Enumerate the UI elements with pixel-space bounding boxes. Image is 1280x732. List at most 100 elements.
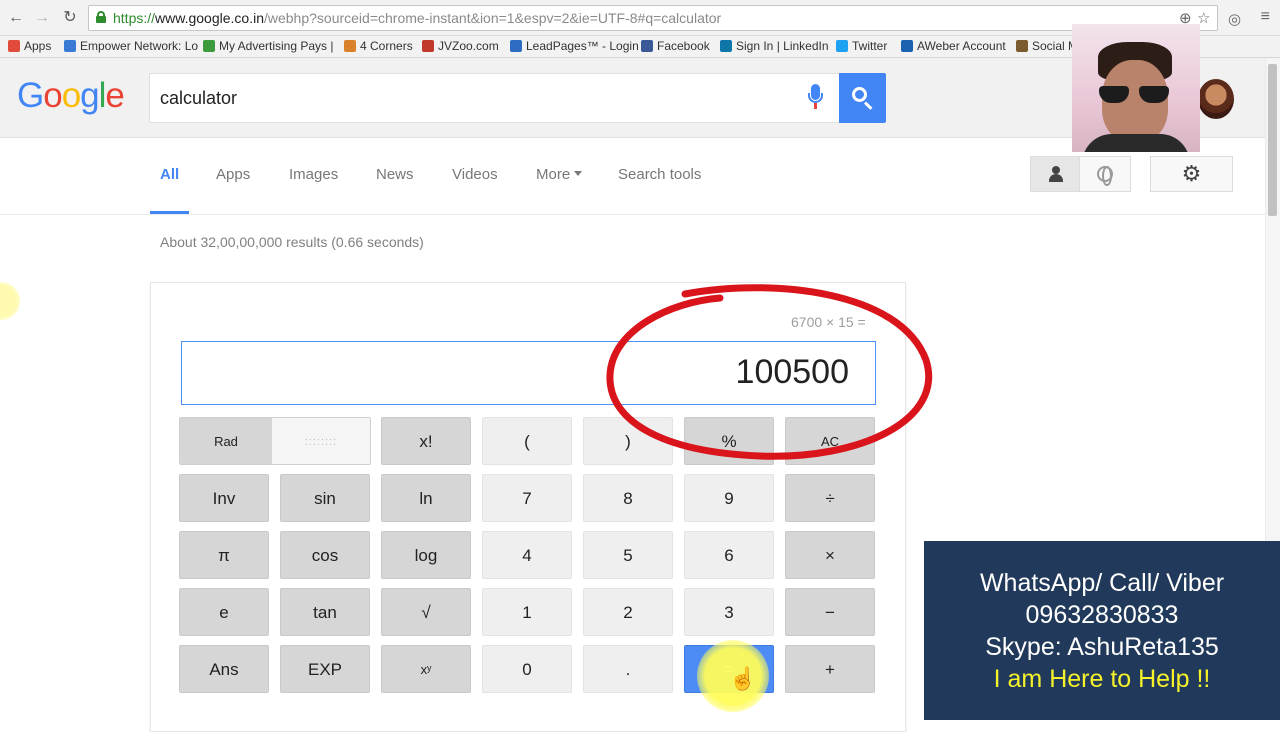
bookmark-label: AWeber Account xyxy=(917,39,1006,53)
logo-letter: g xyxy=(80,76,99,115)
calc-key-digit-4[interactable]: 4 xyxy=(482,531,572,579)
calculator-history: 6700 × 15 = xyxy=(791,314,866,330)
calc-key-add[interactable]: + xyxy=(785,645,875,693)
calc-key-cos[interactable]: cos xyxy=(280,531,370,579)
calc-key-digit-9[interactable]: 9 xyxy=(684,474,774,522)
back-arrow-icon[interactable]: ← xyxy=(6,8,26,28)
result-stats: About 32,00,00,000 results (0.66 seconds… xyxy=(160,234,424,250)
tab-images[interactable]: Images xyxy=(289,166,338,183)
deg-button[interactable]: :::::::: xyxy=(272,418,370,464)
calc-key-sqrt[interactable]: √ xyxy=(381,588,471,636)
bookmark-favicon-icon xyxy=(641,40,653,52)
lock-icon xyxy=(96,11,106,23)
calc-key-digit-1[interactable]: 1 xyxy=(482,588,572,636)
tab-all[interactable]: All xyxy=(160,166,179,183)
address-bar[interactable]: https://www.google.co.in/webhp?sourceid=… xyxy=(88,5,1218,31)
calc-key-digit-6[interactable]: 6 xyxy=(684,531,774,579)
bookmark-item[interactable]: LeadPages™ - Login xyxy=(510,39,639,53)
bookmark-item[interactable]: 4 Corners xyxy=(344,39,413,53)
promo-tagline: I am Here to Help !! xyxy=(993,665,1211,693)
tab-more-label: More xyxy=(536,166,571,183)
tab-videos[interactable]: Videos xyxy=(452,166,498,183)
calc-key-digit-7[interactable]: 7 xyxy=(482,474,572,522)
bookmark-label: Twitter xyxy=(852,39,888,53)
bookmark-item[interactable]: Apps xyxy=(8,39,51,53)
calc-key-digit-3[interactable]: 3 xyxy=(684,588,774,636)
bookmark-item[interactable]: Empower Network: Lo xyxy=(64,39,198,53)
reload-icon[interactable]: ↻ xyxy=(60,8,80,28)
calc-key-exp[interactable]: EXP xyxy=(280,645,370,693)
calc-key-e[interactable]: e xyxy=(179,588,269,636)
forward-arrow-icon[interactable]: → xyxy=(32,8,52,28)
menu-icon[interactable]: ≡ xyxy=(1261,8,1270,26)
rad-button[interactable]: Rad xyxy=(180,418,272,464)
search-button[interactable] xyxy=(839,73,886,123)
gear-icon: ⚙ xyxy=(1181,161,1202,186)
cursor-highlight xyxy=(0,282,20,320)
calc-key-digit-5[interactable]: 5 xyxy=(583,531,673,579)
calc-key-percent[interactable]: % xyxy=(684,417,774,465)
bookmark-label: Sign In | LinkedIn xyxy=(736,39,829,53)
bookmark-item[interactable]: JVZoo.com xyxy=(422,39,499,53)
bookmark-label: Apps xyxy=(24,39,52,53)
calc-key-close-paren[interactable]: ) xyxy=(583,417,673,465)
bookmark-label: JVZoo.com xyxy=(438,39,499,53)
calc-key-pi[interactable]: π xyxy=(179,531,269,579)
contact-promo-banner: WhatsApp/ Call/ Viber 09632830833 Skype:… xyxy=(924,541,1280,720)
bookmark-label: Empower Network: Lo xyxy=(80,39,199,53)
global-results-button[interactable] xyxy=(1079,156,1131,192)
tab-news[interactable]: News xyxy=(376,166,414,183)
calc-key-inverse[interactable]: Inv xyxy=(179,474,269,522)
calc-key-ln[interactable]: ln xyxy=(381,474,471,522)
calc-key-digit-8[interactable]: 8 xyxy=(583,474,673,522)
webcam-overlay xyxy=(1072,24,1200,152)
calc-key-decimal[interactable]: . xyxy=(583,645,673,693)
calc-key-multiply[interactable]: × xyxy=(785,531,875,579)
tab-search-tools[interactable]: Search tools xyxy=(618,166,701,183)
microphone-icon[interactable] xyxy=(807,84,823,110)
calc-key-subtract[interactable]: − xyxy=(785,588,875,636)
bookmark-favicon-icon xyxy=(344,40,356,52)
promo-phone: 09632830833 xyxy=(1025,601,1179,629)
calculator-display: 100500 xyxy=(181,341,876,405)
tab-more[interactable]: More xyxy=(536,166,583,183)
bookmark-favicon-icon xyxy=(64,40,76,52)
bookmark-item[interactable]: AWeber Account xyxy=(901,39,1006,53)
calc-key-open-paren[interactable]: ( xyxy=(482,417,572,465)
logo-letter: o xyxy=(61,76,81,115)
logo-letter: e xyxy=(105,76,124,115)
avatar[interactable] xyxy=(1198,79,1234,119)
promo-skype: Skype: AshuReta135 xyxy=(985,633,1219,661)
calc-key-ans[interactable]: Ans xyxy=(179,645,269,693)
bookmark-item[interactable]: Sign In | LinkedIn xyxy=(720,39,829,53)
google-logo[interactable]: Google xyxy=(17,76,125,116)
calc-key-divide[interactable]: ÷ xyxy=(785,474,875,522)
calc-key-tan[interactable]: tan xyxy=(280,588,370,636)
rad-deg-toggle[interactable]: Rad :::::::: xyxy=(179,417,371,465)
bookmark-label: Facebook xyxy=(657,39,710,53)
bookmark-favicon-icon xyxy=(836,40,848,52)
calc-key-clear[interactable]: AC xyxy=(785,417,875,465)
bookmark-favicon-icon xyxy=(8,40,20,52)
calc-key-digit-2[interactable]: 2 xyxy=(583,588,673,636)
calc-key-log[interactable]: log xyxy=(381,531,471,579)
calc-key-sin[interactable]: sin xyxy=(280,474,370,522)
calc-key-factorial[interactable]: x! xyxy=(381,417,471,465)
search-input[interactable] xyxy=(160,87,780,109)
bookmark-favicon-icon xyxy=(720,40,732,52)
bookmark-favicon-icon xyxy=(901,40,913,52)
search-box[interactable] xyxy=(149,73,839,123)
calc-key-digit-0[interactable]: 0 xyxy=(482,645,572,693)
bookmark-favicon-icon xyxy=(510,40,522,52)
extension-icon[interactable]: ◎ xyxy=(1228,10,1241,28)
calc-key-equals[interactable]: = xyxy=(684,645,774,693)
bookmark-item[interactable]: Twitter xyxy=(836,39,887,53)
bookmark-item[interactable]: Facebook xyxy=(641,39,710,53)
settings-button[interactable]: ⚙ xyxy=(1150,156,1233,192)
tab-apps[interactable]: Apps xyxy=(216,166,250,183)
scrollbar-thumb[interactable] xyxy=(1268,64,1277,216)
calc-key-power[interactable]: xʸ xyxy=(381,645,471,693)
bookmark-item[interactable]: My Advertising Pays | xyxy=(203,39,334,53)
bookmark-label: LeadPages™ - Login xyxy=(526,39,639,53)
personal-results-button[interactable] xyxy=(1030,156,1080,192)
